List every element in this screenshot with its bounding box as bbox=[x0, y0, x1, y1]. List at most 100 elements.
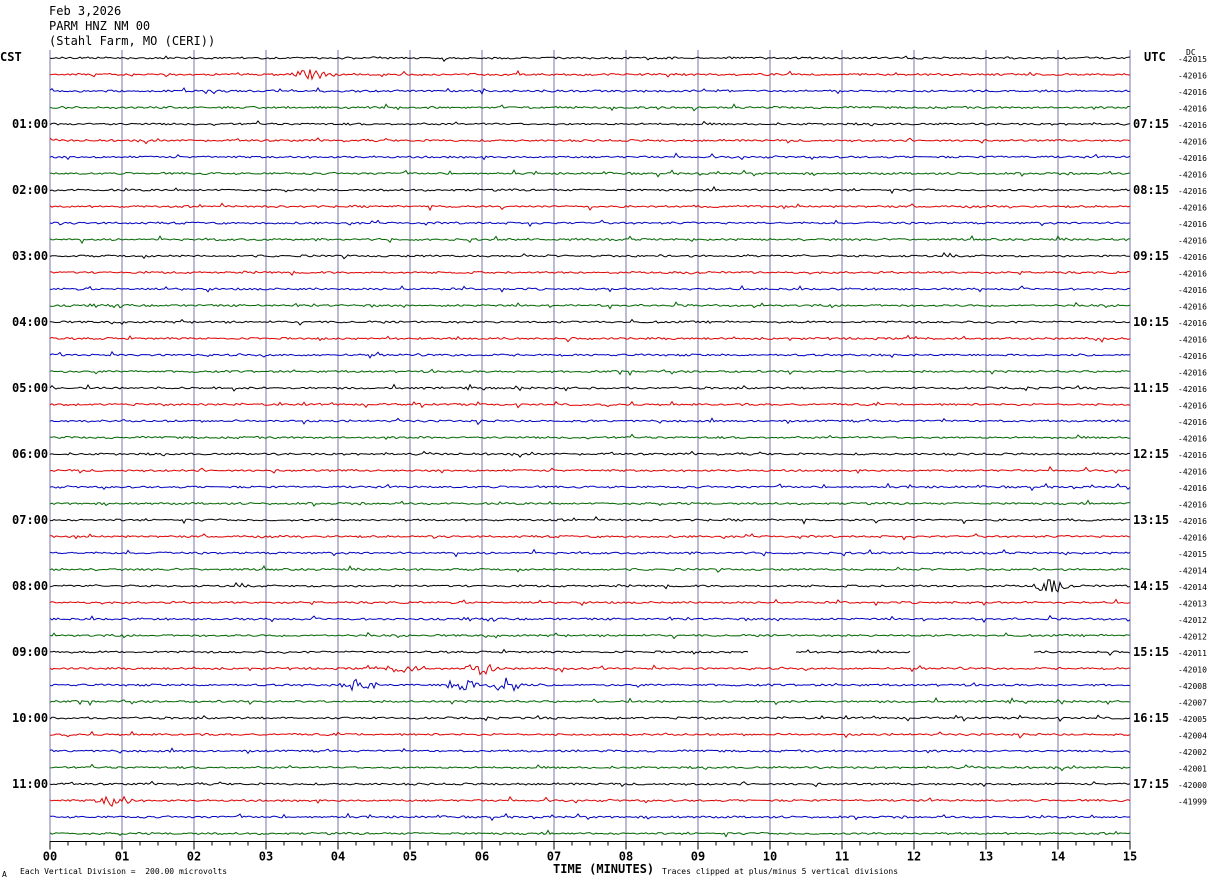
left-hour-label: 08:00 bbox=[12, 579, 48, 593]
dc-offset-label: -42016 bbox=[1178, 286, 1207, 295]
dc-offset-label: -42016 bbox=[1178, 319, 1207, 328]
x-tick-label: 10 bbox=[763, 850, 777, 864]
dc-offset-label: -41999 bbox=[1178, 798, 1207, 807]
trace-line bbox=[49, 368, 1131, 377]
dc-offset-label: -42016 bbox=[1178, 484, 1207, 493]
dc-offset-label: -42016 bbox=[1178, 187, 1207, 196]
trace-line bbox=[49, 152, 1131, 161]
trace-line bbox=[49, 103, 1131, 112]
right-hour-label: 17:15 bbox=[1133, 777, 1169, 791]
trace-line bbox=[49, 334, 1131, 343]
right-hour-label: 15:15 bbox=[1133, 645, 1169, 659]
dc-offset-label: -42016 bbox=[1178, 468, 1207, 477]
dc-offset-label: -42000 bbox=[1178, 781, 1207, 790]
left-hour-label: 10:00 bbox=[12, 711, 48, 725]
dc-offset-label: -42016 bbox=[1178, 237, 1207, 246]
dc-offset-label: -42016 bbox=[1178, 88, 1207, 97]
x-tick-label: 00 bbox=[43, 850, 57, 864]
trace-line bbox=[49, 482, 1131, 492]
left-hour-label: 01:00 bbox=[12, 117, 48, 131]
trace-line bbox=[49, 677, 1131, 693]
dc-offset-label: -42013 bbox=[1178, 600, 1207, 609]
right-hour-label: 10:15 bbox=[1133, 315, 1169, 329]
trace-line bbox=[49, 730, 1131, 739]
dc-offset-label: -42016 bbox=[1178, 435, 1207, 444]
trace-line bbox=[49, 648, 1131, 656]
trace-line bbox=[49, 202, 1131, 212]
dc-offset-label: -42005 bbox=[1178, 715, 1207, 724]
dc-offset-label: -42008 bbox=[1178, 682, 1207, 691]
dc-offset-label: -42015 bbox=[1178, 55, 1207, 64]
left-hour-label: 05:00 bbox=[12, 381, 48, 395]
trace-line bbox=[49, 69, 1131, 81]
x-tick-label: 14 bbox=[1051, 850, 1065, 864]
dc-offset-label: -42012 bbox=[1178, 633, 1207, 642]
trace-line bbox=[49, 780, 1131, 788]
trace-line bbox=[49, 350, 1131, 359]
dc-offset-label: -42001 bbox=[1178, 765, 1207, 774]
right-hour-label: 12:15 bbox=[1133, 447, 1169, 461]
trace-line bbox=[50, 812, 1131, 822]
dc-offset-label: -42016 bbox=[1178, 220, 1207, 229]
left-hour-label: 06:00 bbox=[12, 447, 48, 461]
left-hour-label: 09:00 bbox=[12, 645, 48, 659]
left-hour-label: 04:00 bbox=[12, 315, 48, 329]
dc-offset-label: -42016 bbox=[1178, 402, 1207, 411]
x-tick-label: 12 bbox=[907, 850, 921, 864]
left-hour-label: 07:00 bbox=[12, 513, 48, 527]
right-hour-label: 13:15 bbox=[1133, 513, 1169, 527]
trace-line bbox=[49, 318, 1131, 326]
x-tick-label: 09 bbox=[691, 850, 705, 864]
dc-offset-label: -42016 bbox=[1178, 138, 1207, 147]
trace-line bbox=[49, 747, 1131, 755]
dc-offset-label: -42004 bbox=[1178, 732, 1207, 741]
dc-offset-label: -42016 bbox=[1178, 270, 1207, 279]
trace-line bbox=[49, 185, 1131, 195]
trace-line bbox=[49, 270, 1131, 276]
dc-offset-label: -42015 bbox=[1178, 550, 1207, 559]
dc-offset-label: -42016 bbox=[1178, 303, 1207, 312]
trace-line bbox=[49, 465, 1131, 474]
dc-offset-label: -42007 bbox=[1178, 699, 1207, 708]
right-hour-label: 07:15 bbox=[1133, 117, 1169, 131]
trace-line bbox=[49, 120, 1131, 127]
dc-offset-label: -42012 bbox=[1178, 616, 1207, 625]
trace-line bbox=[49, 548, 1131, 558]
x-tick-label: 02 bbox=[187, 850, 201, 864]
dc-offset-label: -42016 bbox=[1178, 72, 1207, 81]
trace-line bbox=[49, 795, 1131, 807]
dc-offset-label: -42016 bbox=[1178, 336, 1207, 345]
trace-line bbox=[49, 383, 1131, 392]
dc-offset-label: -42016 bbox=[1178, 171, 1207, 180]
trace-line bbox=[49, 499, 1131, 507]
trace-line bbox=[49, 696, 1131, 707]
trace-line bbox=[49, 564, 1131, 573]
left-hour-label: 02:00 bbox=[12, 183, 48, 197]
right-hour-label: 16:15 bbox=[1133, 711, 1169, 725]
dc-offset-label: -42016 bbox=[1178, 517, 1207, 526]
trace-line bbox=[49, 251, 1131, 260]
dc-offset-label: -42014 bbox=[1178, 567, 1207, 576]
trace-line bbox=[49, 137, 1131, 145]
x-tick-label: 03 bbox=[259, 850, 273, 864]
trace-line bbox=[49, 301, 1131, 310]
right-hour-label: 09:15 bbox=[1133, 249, 1169, 263]
seismogram-plot: 00 01 02 03 04 05 06 07 08 09 10 11 12 13 14 15-42015-4… bbox=[12, 50, 1207, 864]
dc-offset-label: -42016 bbox=[1178, 154, 1207, 163]
x-tick-label: 11 bbox=[835, 850, 849, 864]
dc-offset-label: -42016 bbox=[1178, 204, 1207, 213]
corner-mark: A bbox=[2, 870, 7, 879]
x-tick-label: 04 bbox=[331, 850, 345, 864]
trace-line bbox=[49, 829, 1131, 838]
trace-line bbox=[49, 417, 1131, 426]
scale-note: Each Vertical Division = 200.00 microvol… bbox=[20, 867, 228, 876]
trace-line bbox=[49, 433, 1131, 440]
dc-offset-label: -42016 bbox=[1178, 385, 1207, 394]
x-tick-label: 15 bbox=[1123, 850, 1137, 864]
x-tick-label: 06 bbox=[475, 850, 489, 864]
trace-line bbox=[50, 533, 1131, 541]
x-tick-label: 01 bbox=[115, 850, 129, 864]
trace-line bbox=[49, 663, 1131, 676]
trace-line bbox=[49, 714, 1131, 722]
trace-line bbox=[49, 579, 1131, 593]
